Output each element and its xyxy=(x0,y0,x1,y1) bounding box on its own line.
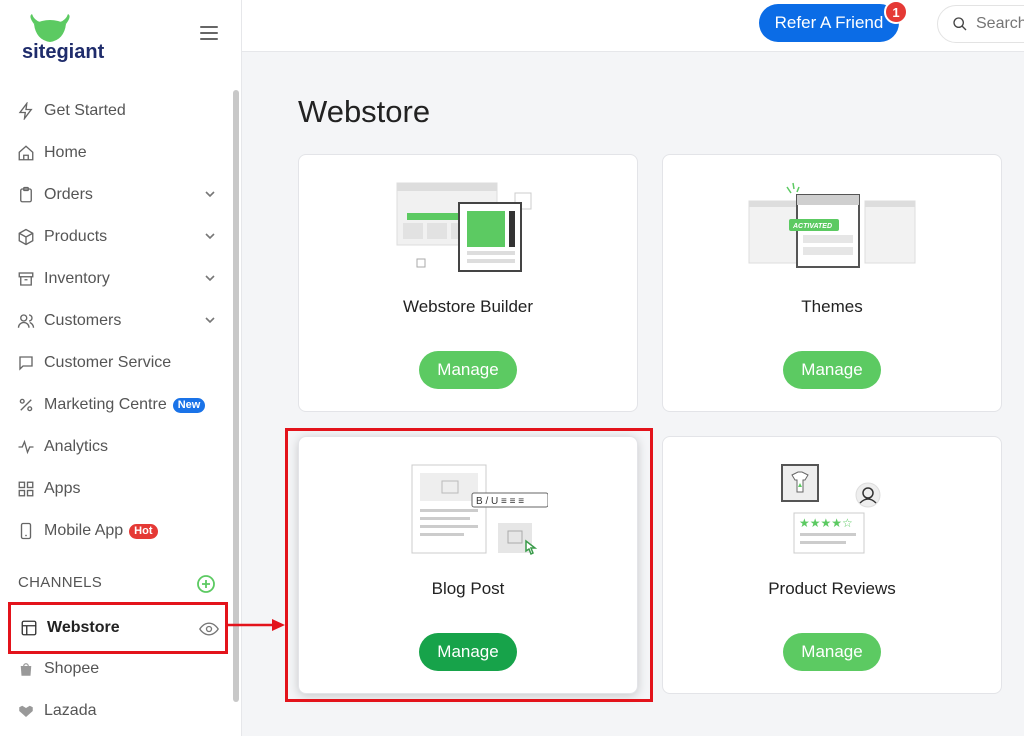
sidebar-item-label: Shopee xyxy=(44,660,100,677)
sidebar-item-shopee[interactable]: Shopee xyxy=(16,654,226,684)
sidebar-item-label: Get Started xyxy=(44,102,126,119)
webstore-builder-illustration xyxy=(299,175,637,285)
pulse-icon xyxy=(16,437,36,457)
sidebar-item-analytics[interactable]: Analytics xyxy=(16,432,226,462)
sidebar-item-label: Home xyxy=(44,144,87,161)
refer-a-friend-button[interactable]: Refer A Friend xyxy=(759,4,899,42)
notification-badge: 1 xyxy=(884,0,908,24)
sidebar-item-webstore[interactable]: Webstore xyxy=(8,602,228,654)
search-box[interactable] xyxy=(937,5,1024,43)
chevron-down-icon xyxy=(205,317,215,324)
sidebar-scrollbar[interactable] xyxy=(233,90,239,702)
svg-text:★★★★☆: ★★★★☆ xyxy=(799,516,853,530)
sidebar-item-label: Products xyxy=(44,228,108,245)
sidebar-item-label: Webstore xyxy=(47,619,120,636)
manage-button[interactable]: Manage xyxy=(783,633,881,671)
manage-button[interactable]: Manage xyxy=(783,351,881,389)
sidebar-item-mobile-app[interactable]: Mobile App Hot xyxy=(16,516,226,546)
chevron-down-icon xyxy=(205,275,215,282)
annotation-arrow-icon xyxy=(228,619,285,631)
sidebar-item-apps[interactable]: Apps xyxy=(16,474,226,504)
menu-toggle-icon[interactable] xyxy=(200,26,220,42)
card-webstore-builder: Webstore Builder Manage xyxy=(298,154,638,412)
sidebar: sitegiant Get Started Home Orders Produc… xyxy=(0,0,242,736)
hot-badge: Hot xyxy=(129,523,158,539)
sidebar-item-products[interactable]: Products xyxy=(16,222,226,252)
channels-heading: CHANNELS xyxy=(18,574,103,591)
sidebar-item-inventory[interactable]: Inventory xyxy=(16,264,226,294)
search-icon xyxy=(953,17,967,31)
archive-icon xyxy=(16,269,36,289)
sidebar-item-label: Customers xyxy=(44,312,122,329)
sidebar-item-customer-service[interactable]: Customer Service xyxy=(16,348,226,378)
shopee-icon xyxy=(16,659,36,679)
sidebar-item-orders[interactable]: Orders xyxy=(16,180,226,210)
search-input[interactable] xyxy=(976,15,1024,33)
card-title: Webstore Builder xyxy=(402,297,534,316)
chevron-down-icon xyxy=(205,191,215,198)
page-title: Webstore xyxy=(298,94,431,129)
product-reviews-illustration: ★★★★☆ xyxy=(663,457,1001,567)
bolt-icon xyxy=(16,101,36,121)
themes-illustration: ACTIVATED xyxy=(663,175,1001,285)
grid-icon xyxy=(16,479,36,499)
sidebar-item-label: Orders xyxy=(44,186,93,203)
sidebar-item-customers[interactable]: Customers xyxy=(16,306,226,336)
logo-text: sitegiant xyxy=(22,41,105,63)
sidebar-item-home[interactable]: Home xyxy=(16,138,226,168)
layout-icon xyxy=(19,618,39,638)
sitegiant-logo[interactable]: sitegiant xyxy=(20,14,130,64)
sidebar-item-label: Mobile App xyxy=(44,522,124,539)
sidebar-item-marketing-centre[interactable]: Marketing Centre New xyxy=(16,390,226,420)
sidebar-item-label: Inventory xyxy=(44,270,110,287)
card-themes: ACTIVATED Themes Manage xyxy=(662,154,1002,412)
eye-icon[interactable] xyxy=(199,619,219,639)
sidebar-item-lazada[interactable]: Lazada xyxy=(16,696,226,726)
phone-icon xyxy=(16,521,36,541)
activated-tag: ACTIVATED xyxy=(792,223,832,230)
new-badge: New xyxy=(172,397,206,413)
sidebar-item-label: Apps xyxy=(44,480,81,497)
lazada-icon xyxy=(16,701,36,721)
add-channel-icon[interactable] xyxy=(196,574,216,594)
card-title: Themes xyxy=(801,297,863,316)
highlight-frame xyxy=(285,428,653,702)
percent-icon xyxy=(16,395,36,415)
manage-button[interactable]: Manage xyxy=(419,351,517,389)
chevron-down-icon xyxy=(205,233,215,240)
sidebar-item-label: Marketing Centre xyxy=(44,396,167,413)
logo-mark: sitegiant xyxy=(22,14,105,63)
box-icon xyxy=(16,227,36,247)
clipboard-icon xyxy=(16,185,36,205)
chat-icon xyxy=(16,353,36,373)
card-title: Product Reviews xyxy=(768,579,896,598)
sidebar-item-get-started[interactable]: Get Started xyxy=(16,96,226,126)
sidebar-item-label: Lazada xyxy=(44,702,97,719)
card-product-reviews: ★★★★☆ Product Reviews Manage xyxy=(662,436,1002,694)
sidebar-item-label: Analytics xyxy=(44,438,109,455)
home-icon xyxy=(16,143,36,163)
users-icon xyxy=(16,311,36,331)
sidebar-item-label: Customer Service xyxy=(44,354,172,371)
